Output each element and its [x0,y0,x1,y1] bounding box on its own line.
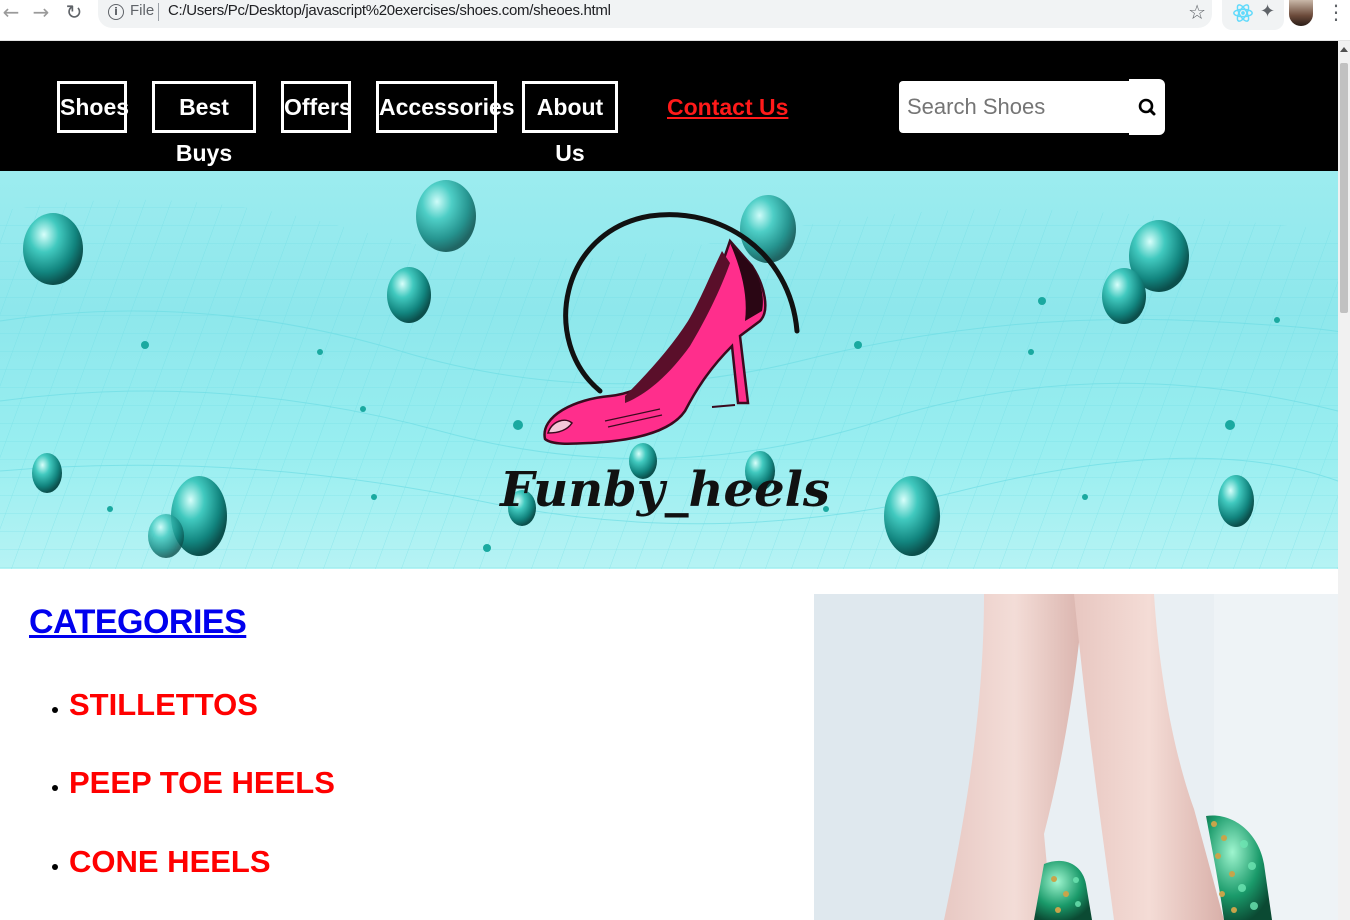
info-icon[interactable]: i [108,4,124,20]
banner-art: Funby_heels [0,180,1338,569]
nav-accessories[interactable]: Accessories [376,81,515,133]
url-text[interactable]: C:/Users/Pc/Desktop/javascript%20exercis… [168,2,611,19]
profile-avatar[interactable] [1289,0,1313,26]
address-bar[interactable]: i File C:/Users/Pc/Desktop/javascript%20… [98,0,1212,28]
react-devtools-icon[interactable] [1232,2,1254,24]
bullet [52,707,58,713]
extensions-puzzle-icon[interactable]: ✦ [1260,1,1275,22]
product-photo [814,594,1338,920]
nav-best-buys[interactable]: Best Buys [152,81,256,166]
extensions-area: ✦ [1222,0,1284,30]
top-navigation: Shoes Best Buys Offers Accessories About… [0,41,1338,171]
hero-banner: Funby_heels [0,171,1338,569]
search-icon [1138,98,1156,116]
category-label[interactable]: PEEP TOE HEELS [69,765,335,801]
forward-icon[interactable]: → [30,0,52,26]
nav-offers[interactable]: Offers [281,81,352,133]
scroll-thumb[interactable] [1340,63,1348,313]
browser-menu-icon[interactable]: ⋮ [1326,0,1346,24]
search-input[interactable] [899,81,1129,133]
nav-about-us[interactable]: About Us [522,81,618,166]
nav-shoes[interactable]: Shoes [57,81,129,133]
scroll-up-icon[interactable] [1340,47,1348,52]
page-viewport: Shoes Best Buys Offers Accessories About… [0,41,1338,920]
separator [158,3,159,21]
bookmark-star-icon[interactable]: ☆ [1188,0,1206,24]
back-icon[interactable]: ← [0,0,22,26]
category-label[interactable]: CONE HEELS [69,844,271,880]
search-bar [899,79,1165,137]
nav-contact-us[interactable]: Contact Us [667,81,788,133]
browser-toolbar: ← → ↻ i File C:/Users/Pc/Desktop/javascr… [0,0,1350,41]
categories-heading[interactable]: CATEGORIES [29,603,247,642]
page-scrollbar[interactable] [1338,41,1350,920]
search-button[interactable] [1129,79,1165,135]
reload-icon[interactable]: ↻ [63,0,85,26]
bullet [52,785,58,791]
shoe-photo-illustration [814,594,1338,920]
bullet [52,864,58,870]
category-label[interactable]: STILLETTOS [69,687,258,723]
brand-name: Funby_heels [498,462,830,518]
scheme-label: File [130,2,155,19]
